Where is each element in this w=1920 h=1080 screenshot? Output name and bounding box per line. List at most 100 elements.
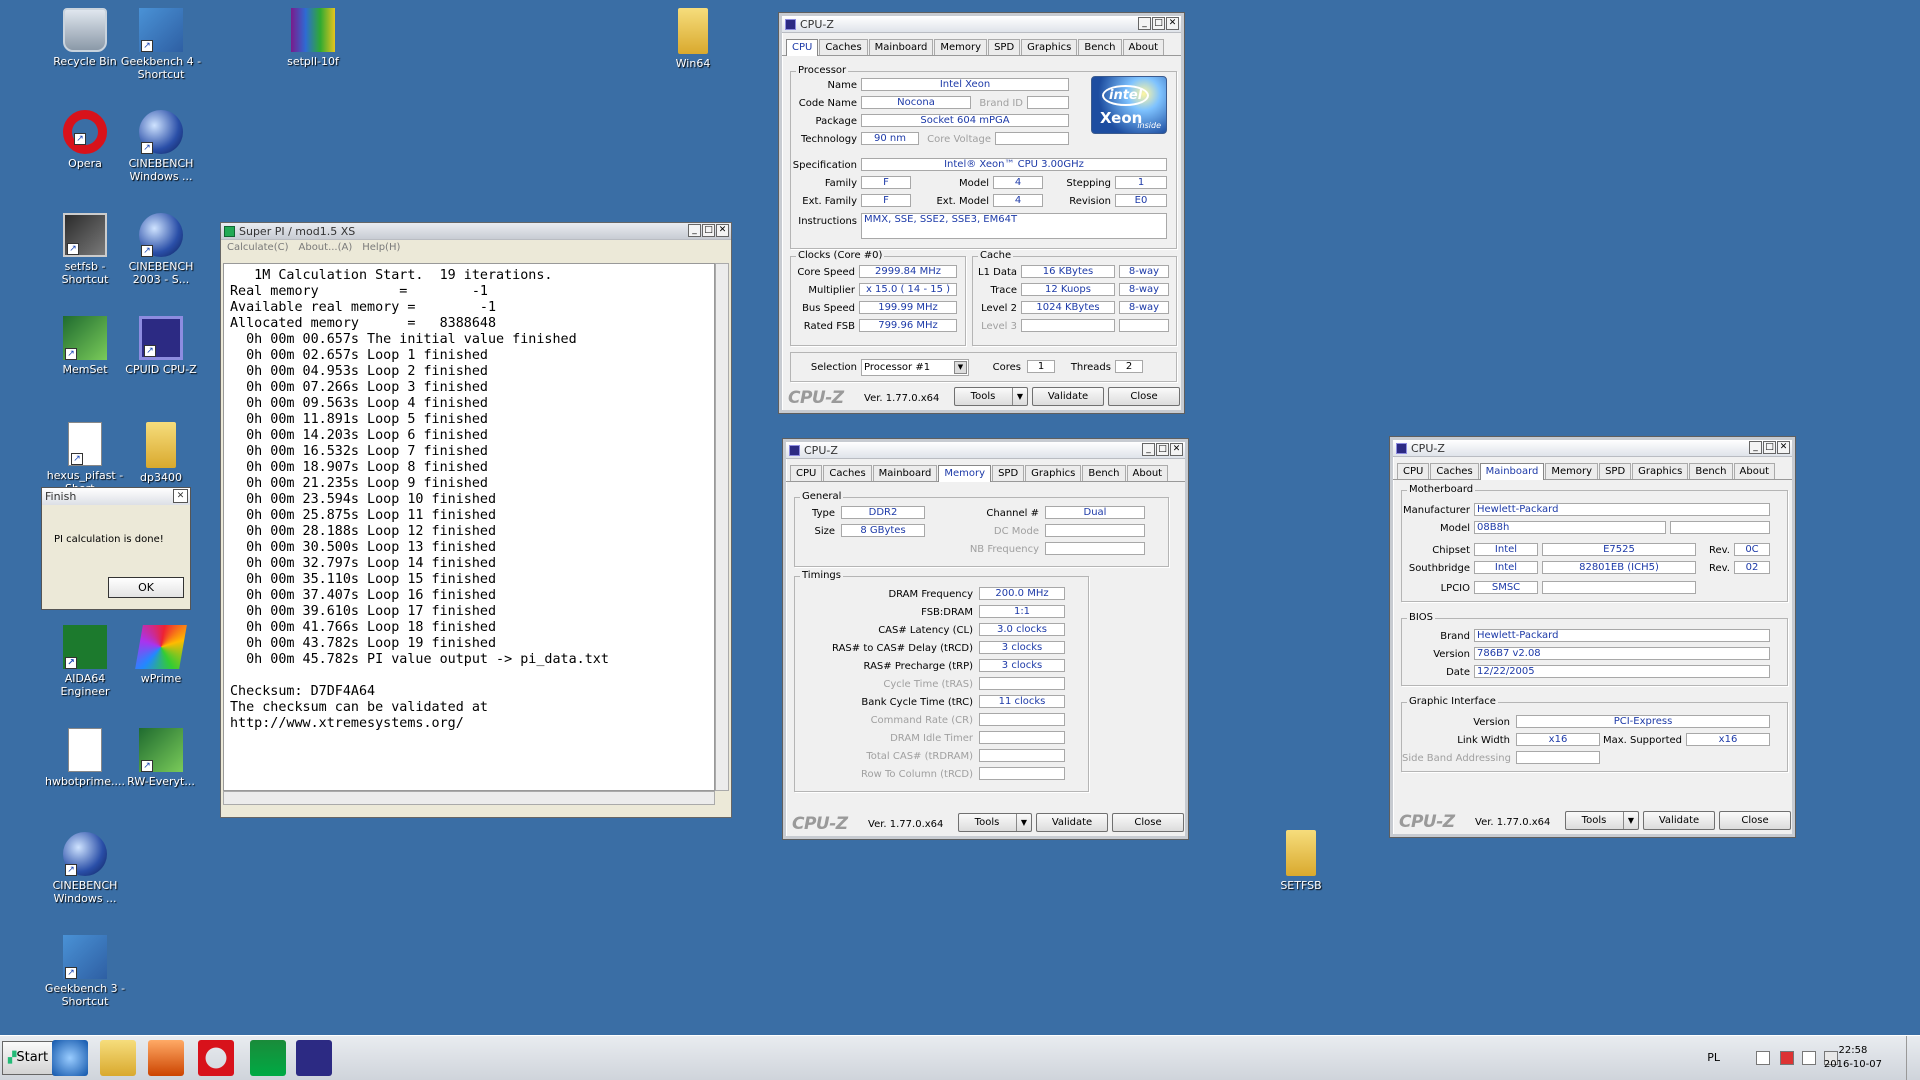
tab-memory[interactable]: Memory: [1545, 463, 1599, 479]
tab-caches[interactable]: Caches: [1430, 463, 1479, 479]
minimize-button[interactable]: _: [1142, 443, 1155, 456]
network-icon[interactable]: [1756, 1051, 1770, 1065]
close-button[interactable]: ✕: [1166, 17, 1179, 30]
intel-xeon-logo: intel Xeon inside: [1091, 76, 1167, 134]
close-button[interactable]: ✕: [1170, 443, 1183, 456]
cpuz-titlebar[interactable]: CPU-Z _ □ ✕: [782, 16, 1181, 33]
tab-spd[interactable]: SPD: [992, 465, 1025, 481]
desktop-icon-wprime[interactable]: wPrime: [113, 625, 209, 685]
minimize-button[interactable]: _: [1138, 17, 1151, 30]
desktop-icon-win64[interactable]: Win64: [645, 8, 741, 70]
tab-graphics[interactable]: Graphics: [1632, 463, 1689, 479]
tab-graphics[interactable]: Graphics: [1021, 39, 1078, 55]
close-button[interactable]: Close: [1108, 387, 1180, 406]
close-button[interactable]: ✕: [716, 224, 729, 237]
tab-bench[interactable]: Bench: [1689, 463, 1733, 479]
tab-cpu[interactable]: CPU: [1397, 463, 1430, 479]
finish-dialog: Finish ✕ PI calculation is done! OK: [41, 487, 191, 610]
timing-label: FSB:DRAM: [921, 607, 973, 618]
internet-explorer-icon[interactable]: [52, 1040, 88, 1076]
maximize-button[interactable]: □: [1763, 441, 1776, 454]
ok-button[interactable]: OK: [108, 577, 184, 598]
memset-icon: ↗: [63, 316, 107, 360]
menu-calculate[interactable]: Calculate(C): [227, 240, 289, 256]
tab-caches[interactable]: Caches: [819, 39, 868, 55]
tab-memory[interactable]: Memory: [938, 465, 992, 482]
explorer-folder-icon[interactable]: [100, 1040, 136, 1076]
validate-button[interactable]: Validate: [1032, 387, 1104, 406]
desktop-icon-cine2003[interactable]: ↗ CINEBENCH 2003 - S...: [113, 213, 209, 286]
group-legend: Processor: [796, 65, 849, 76]
core-voltage-value: [995, 132, 1069, 145]
core-speed-label: Core Speed: [797, 267, 855, 278]
close-button[interactable]: Close: [1112, 813, 1184, 832]
desktop-icon-geekbench4[interactable]: ↗ Geekbench 4 - Shortcut: [113, 8, 209, 81]
finish-titlebar[interactable]: Finish ✕: [42, 488, 190, 505]
tab-memory[interactable]: Memory: [934, 39, 988, 55]
validate-button[interactable]: Validate: [1036, 813, 1108, 832]
maximize-button[interactable]: □: [1152, 17, 1165, 30]
technology-value: 90 nm: [861, 132, 919, 145]
minimize-button[interactable]: _: [688, 224, 701, 237]
tab-cpu[interactable]: CPU: [786, 39, 819, 56]
show-desktop-button[interactable]: [1906, 1036, 1920, 1080]
tab-bench[interactable]: Bench: [1082, 465, 1126, 481]
tools-button[interactable]: Tools: [954, 387, 1028, 406]
superpi-icon[interactable]: [250, 1040, 286, 1076]
desktop-icon-label: Win64: [675, 57, 711, 70]
vertical-scrollbar[interactable]: [715, 263, 729, 791]
desktop-icon-rw[interactable]: ↗ RW-Everyt...: [113, 728, 209, 788]
tools-button[interactable]: Tools: [958, 813, 1032, 832]
stepping-value: 1: [1115, 176, 1167, 189]
superpi-output: 1M Calculation Start. 19 iterations. Rea…: [223, 263, 715, 791]
cpuz-titlebar[interactable]: CPU-Z _ □ ✕: [786, 442, 1185, 459]
desktop-icon-setpll[interactable]: setpll-10f: [265, 8, 361, 68]
tab-bench[interactable]: Bench: [1078, 39, 1122, 55]
close-button[interactable]: ✕: [173, 489, 188, 503]
superpi-titlebar[interactable]: Super PI / mod1.5 XS _ □ ✕: [221, 223, 731, 240]
start-button[interactable]: ▞Start: [2, 1041, 54, 1075]
tab-spd[interactable]: SPD: [1599, 463, 1632, 479]
tab-graphics[interactable]: Graphics: [1025, 465, 1082, 481]
desktop-icon-cine3[interactable]: ↗ CINEBENCH Windows ...: [37, 832, 133, 905]
tab-caches[interactable]: Caches: [823, 465, 872, 481]
bios-brand-label: Brand: [1440, 631, 1470, 642]
cpuz-titlebar[interactable]: CPU-Z _ □ ✕: [1393, 440, 1792, 457]
menu-help[interactable]: Help(H): [362, 240, 400, 256]
tab-mainboard[interactable]: Mainboard: [1479, 463, 1545, 480]
action-center-icon[interactable]: [1780, 1051, 1794, 1065]
tab-about[interactable]: About: [1126, 465, 1169, 481]
minimize-button[interactable]: _: [1749, 441, 1762, 454]
tab-about[interactable]: About: [1733, 463, 1776, 479]
desktop-icon-cpuz[interactable]: ↗ CPUID CPU-Z: [113, 316, 209, 376]
tab-mainboard[interactable]: Mainboard: [872, 465, 938, 481]
cpuz-icon[interactable]: [296, 1040, 332, 1076]
desktop-icon-geekbench3[interactable]: ↗ Geekbench 3 - Shortcut: [37, 935, 133, 1008]
menu-about[interactable]: About...(A): [299, 240, 353, 256]
system-clock[interactable]: 22:58 2016-10-07: [1824, 1044, 1882, 1072]
cpuz-footer: CPU-Z Ver. 1.77.0.x64 Tools Validate Clo…: [782, 384, 1181, 410]
display-icon[interactable]: [1802, 1051, 1816, 1065]
instructions-label: Instructions: [798, 216, 857, 227]
opera-icon[interactable]: [198, 1040, 234, 1076]
processor-select[interactable]: Processor #1 ▼: [861, 359, 969, 376]
desktop-icon-cine1[interactable]: ↗ CINEBENCH Windows ...: [113, 110, 209, 183]
core-speed-value: 2999.84 MHz: [859, 265, 957, 278]
media-player-icon[interactable]: [148, 1040, 184, 1076]
timing-value: [979, 749, 1065, 762]
validate-button[interactable]: Validate: [1643, 811, 1715, 830]
tools-button[interactable]: Tools: [1565, 811, 1639, 830]
maximize-button[interactable]: □: [702, 224, 715, 237]
tab-spd[interactable]: SPD: [988, 39, 1021, 55]
desktop-icon-setfsbfolder[interactable]: SETFSB: [1253, 830, 1349, 892]
tab-mainboard[interactable]: Mainboard: [868, 39, 934, 55]
horizontal-scrollbar[interactable]: [223, 791, 715, 805]
close-button[interactable]: ✕: [1777, 441, 1790, 454]
tab-about[interactable]: About: [1122, 39, 1165, 55]
timing-value: 3.0 clocks: [979, 623, 1065, 636]
desktop-icon-dp3400[interactable]: dp3400: [113, 422, 209, 484]
tab-cpu[interactable]: CPU: [790, 465, 823, 481]
maximize-button[interactable]: □: [1156, 443, 1169, 456]
close-button[interactable]: Close: [1719, 811, 1791, 830]
language-indicator[interactable]: PL: [1707, 1051, 1720, 1064]
